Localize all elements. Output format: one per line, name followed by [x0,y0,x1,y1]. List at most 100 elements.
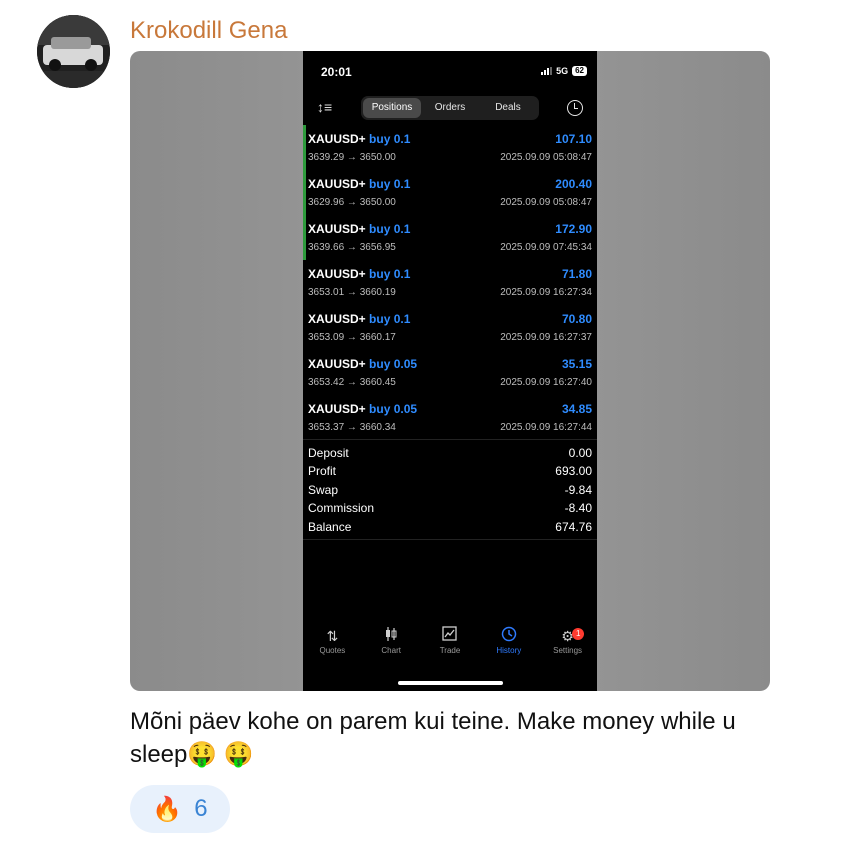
segment-deals[interactable]: Deals [479,98,537,118]
segment-positions[interactable]: Positions [363,98,421,118]
summary-label: Swap [308,482,339,497]
deal-row[interactable]: XAUUSD+ buy 0.1 172.90 3639.66 → 3656.95 20… [303,215,597,260]
side-label: buy 0.1 [369,177,411,191]
tab-label: Quotes [319,646,346,655]
deal-row[interactable]: XAUUSD+ buy 0.1 200.40 3629.96 → 3650.00 20… [303,170,597,215]
message-text: Mõni päev kohe on parem kui teine. Make … [130,708,736,768]
network-label: 5G [556,66,569,76]
chart-icon [362,626,421,646]
status-time: 20:01 [321,65,352,79]
trade-icon [421,626,480,646]
fire-icon: 🔥 [152,795,183,823]
deal-prices: 3653.09 → 3660.17 [308,332,396,343]
deal-time: 2025.09.09 05:08:47 [500,152,592,163]
side-label: buy 0.1 [369,132,411,146]
summary-value: 674.76 [555,519,592,534]
symbol-label: XAUUSD+ [308,177,366,191]
deal-symbol: XAUUSD+ buy 0.1 [308,312,410,326]
summary-value: -8.40 [564,501,592,516]
signal-icon [541,67,553,75]
reaction-count: 6 [194,795,208,822]
deals-list: XAUUSD+ buy 0.1 107.10 3639.29 → 3650.00 20… [303,125,597,440]
phone-screen: 20:01 5G 62 ↕≡ Positions Orders Deals XA… [303,51,597,691]
car-photo-icon [37,15,110,88]
deal-row[interactable]: XAUUSD+ buy 0.1 71.80 3653.01 → 3660.19 202… [303,260,597,305]
deal-time: 2025.09.09 16:27:44 [500,422,592,433]
reaction-button[interactable]: 🔥 6 [130,785,230,833]
deal-profit: 200.40 [555,177,592,191]
clock-icon[interactable] [567,100,583,116]
deal-time: 2025.09.09 16:27:37 [500,332,592,343]
summary-row: Swap -9.84 [303,481,597,499]
deal-prices: 3653.01 → 3660.19 [308,287,396,298]
home-indicator [398,681,503,685]
summary-row: Profit 693.00 [303,462,597,480]
deal-profit: 172.90 [555,222,592,236]
side-label: buy 0.1 [369,312,411,326]
summary-row: Deposit 0.00 [303,444,597,462]
deal-row[interactable]: XAUUSD+ buy 0.05 34.85 3653.37 → 3660.34 20… [303,395,597,440]
deal-row[interactable]: XAUUSD+ buy 0.1 107.10 3639.29 → 3650.00 20… [303,125,597,170]
author-name[interactable]: Krokodill Gena [130,17,287,45]
symbol-label: XAUUSD+ [308,312,366,326]
deal-prices: 3653.42 → 3660.45 [308,377,396,388]
side-label: buy 0.1 [369,267,411,281]
summary-value: 693.00 [555,464,592,479]
deal-symbol: XAUUSD+ buy 0.1 [308,222,410,236]
tab-settings[interactable]: ⚙ 1 Settings [538,626,597,655]
deal-prices: 3653.37 → 3660.34 [308,422,396,433]
summary-row: Balance 674.76 [303,518,597,536]
deal-time: 2025.09.09 16:27:34 [500,287,592,298]
tab-label: Settings [553,646,583,655]
deal-time: 2025.09.09 07:45:34 [500,242,592,253]
deal-profit: 71.80 [561,267,592,281]
side-label: buy 0.05 [369,402,418,416]
sort-icon[interactable]: ↕≡ [317,99,332,115]
bottom-tab-bar: ⇅ Quotes Chart Trade History ⚙ 1 Setting… [303,626,597,655]
deal-profit: 34.85 [561,402,592,416]
deal-row[interactable]: XAUUSD+ buy 0.05 35.15 3653.42 → 3660.45 20… [303,350,597,395]
summary-value: -9.84 [564,482,592,497]
deal-marker [303,125,306,170]
deal-symbol: XAUUSD+ buy 0.1 [308,177,410,191]
screenshot-photo[interactable]: 20:01 5G 62 ↕≡ Positions Orders Deals XA… [130,51,770,691]
deal-symbol: XAUUSD+ buy 0.1 [308,267,410,281]
settings-icon: ⚙ [561,628,574,644]
summary-label: Profit [308,464,337,479]
deal-prices: 3629.96 → 3650.00 [308,197,396,208]
summary-label: Balance [308,519,352,534]
deal-row[interactable]: XAUUSD+ buy 0.1 70.80 3653.09 → 3660.17 202… [303,305,597,350]
summary-label: Commission [308,501,375,516]
deal-prices: 3639.66 → 3656.95 [308,242,396,253]
tab-trade[interactable]: Trade [421,626,480,655]
tab-label: History [496,646,522,655]
summary-label: Deposit [308,446,349,460]
symbol-label: XAUUSD+ [308,402,366,416]
avatar[interactable] [37,15,110,88]
deal-time: 2025.09.09 05:08:47 [500,197,592,208]
segment-orders[interactable]: Orders [421,98,479,118]
symbol-label: XAUUSD+ [308,132,366,146]
tab-label: Chart [381,646,401,655]
deal-symbol: XAUUSD+ buy 0.05 [308,357,417,371]
tab-chart[interactable]: Chart [362,626,421,655]
tab-history[interactable]: History [479,626,538,655]
deal-profit: 35.15 [561,357,592,371]
history-icon [479,626,538,646]
symbol-label: XAUUSD+ [308,357,366,371]
summary-row: Commission -8.40 [303,499,597,517]
segment-control: Positions Orders Deals [361,96,539,120]
battery-icon: 62 [572,66,587,76]
deal-marker [303,170,306,215]
side-label: buy 0.1 [369,222,411,236]
deal-symbol: XAUUSD+ buy 0.1 [308,132,410,146]
deal-profit: 70.80 [561,312,592,326]
quotes-icon: ⇅ [326,628,339,644]
deal-profit: 107.10 [555,132,592,146]
side-label: buy 0.05 [369,357,418,371]
deal-marker [303,215,306,260]
deal-symbol: XAUUSD+ buy 0.05 [308,402,417,416]
symbol-label: XAUUSD+ [308,222,366,236]
tab-quotes[interactable]: ⇅ Quotes [303,626,362,655]
symbol-label: XAUUSD+ [308,267,366,281]
